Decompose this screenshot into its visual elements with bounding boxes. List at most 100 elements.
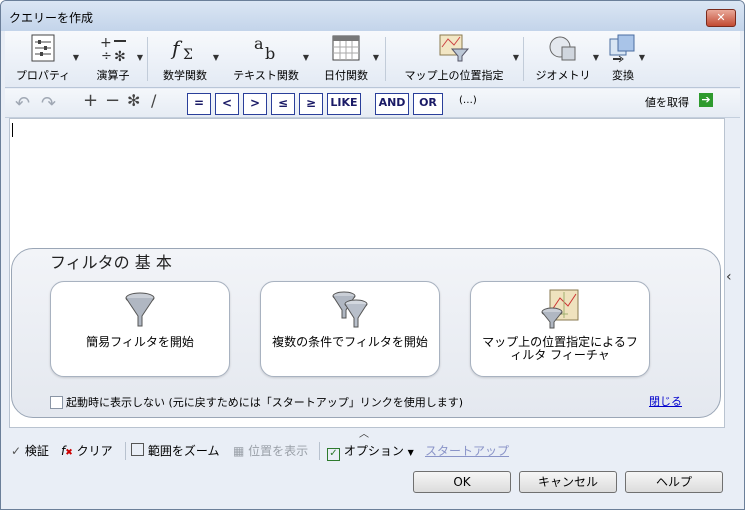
- zoom-extent-button[interactable]: 範囲をズーム: [131, 442, 219, 459]
- options-check-icon: ✓: [327, 448, 340, 461]
- validate-button[interactable]: ✓ 検証: [11, 442, 49, 459]
- ribbon-separator: [523, 37, 524, 81]
- get-values-label[interactable]: 値を取得: [645, 94, 689, 114]
- multiply-icon[interactable]: ✻: [127, 91, 140, 111]
- properties-icon: [31, 34, 55, 62]
- properties-button[interactable]: プロパティ ▼: [9, 31, 79, 87]
- chevron-down-icon: ▼: [512, 53, 519, 62]
- math-function-icon: f Σ: [170, 36, 193, 63]
- title-bar: クエリーを作成 ✕: [1, 1, 744, 31]
- map-filter-icon: [439, 34, 470, 62]
- divide-icon[interactable]: /: [151, 91, 156, 111]
- ribbon-separator: [147, 37, 148, 81]
- undo-icon[interactable]: ↶: [15, 93, 30, 114]
- validate-label: 検証: [24, 444, 49, 458]
- multiple-funnels-icon: [332, 291, 368, 328]
- equals-button[interactable]: =: [187, 93, 211, 115]
- svg-text:✻: ✻: [114, 49, 126, 63]
- filter-basics-panel: フィルタの 基 本 簡易フィルタを開始 複数の条件でフィルタを開始 マップ上の位…: [11, 248, 721, 418]
- calendar-icon: [332, 35, 360, 61]
- text-functions-label: テキスト関数: [233, 69, 299, 82]
- map-location-filter-label: マップ上の位置指定によるフィルタ フィーチャ: [482, 335, 638, 362]
- greater-equal-button[interactable]: ≥: [299, 93, 323, 115]
- options-button[interactable]: ✓ オプション ▼: [327, 442, 414, 461]
- less-than-button[interactable]: <: [215, 93, 239, 115]
- text-function-icon: a b: [254, 34, 275, 63]
- show-location-label: 位置を表示: [248, 444, 309, 458]
- panel-title: フィルタの 基 本: [50, 253, 172, 272]
- close-button[interactable]: ✕: [706, 9, 736, 27]
- map-funnel-icon: [541, 289, 579, 329]
- svg-text:Σ: Σ: [183, 47, 193, 63]
- or-button[interactable]: OR: [413, 93, 443, 115]
- cancel-button[interactable]: キャンセル: [519, 471, 617, 493]
- svg-text:b: b: [265, 44, 275, 63]
- chevron-down-icon: ▼: [302, 53, 309, 62]
- map-location-label: マップ上の位置指定: [404, 69, 504, 82]
- transform-label: 変換: [612, 69, 634, 82]
- less-equal-button[interactable]: ≤: [271, 93, 295, 115]
- show-location-button[interactable]: ▦ 位置を表示: [233, 442, 308, 459]
- svg-text:÷: ÷: [101, 49, 112, 63]
- options-label: オプション: [343, 444, 404, 458]
- parentheses-button[interactable]: (…): [459, 95, 477, 115]
- close-panel-link[interactable]: 閉じる: [649, 393, 682, 409]
- help-button[interactable]: ヘルプ: [625, 471, 723, 493]
- simple-filter-card[interactable]: 簡易フィルタを開始: [50, 281, 230, 377]
- dont-show-checkbox[interactable]: [50, 396, 63, 409]
- svg-text:f: f: [170, 36, 183, 60]
- multi-condition-label: 複数の条件でフィルタを開始: [272, 335, 428, 349]
- operators-button[interactable]: + ÷ ✻ 演算子 ▼: [85, 31, 144, 87]
- transform-button[interactable]: 変換 ▼: [603, 31, 645, 87]
- ribbon-separator: [385, 37, 386, 81]
- minus-icon[interactable]: −: [105, 90, 120, 111]
- operators-icon: + ÷ ✻: [100, 35, 126, 63]
- map-location-button[interactable]: マップ上の位置指定 ▼: [391, 31, 519, 87]
- ribbon-toolbar: プロパティ ▼ + ÷ ✻ 演算子 ▼ f Σ 数学関数 ▼ a b テキスト関…: [5, 31, 740, 88]
- dont-show-label: 起動時に表示しない (元に戻すためには「スタートアップ」リンクを使用します): [66, 396, 464, 409]
- bottom-toolbar: ✓ 検証 f✖ クリア 範囲をズーム ▦ 位置を表示 ✓ オプション ▼ スター…: [5, 438, 740, 464]
- math-functions-button[interactable]: f Σ 数学関数 ▼: [153, 31, 219, 87]
- like-button[interactable]: LIKE: [327, 93, 361, 115]
- text-functions-button[interactable]: a b テキスト関数 ▼: [225, 31, 309, 87]
- geometry-button[interactable]: ジオメトリ ▼: [529, 31, 599, 87]
- location-grid-icon: ▦: [233, 444, 245, 458]
- text-caret: [12, 123, 13, 137]
- redo-icon[interactable]: ↷: [41, 93, 56, 114]
- chevron-down-icon: ▼: [592, 53, 599, 62]
- toolbar-separator: [125, 442, 126, 460]
- multi-condition-card[interactable]: 複数の条件でフィルタを開始: [260, 281, 440, 377]
- geometry-icon: [549, 36, 576, 61]
- math-functions-label: 数学関数: [163, 69, 207, 82]
- arrow-right-icon[interactable]: ➔: [699, 93, 713, 107]
- chevron-down-icon: ▼: [638, 53, 645, 62]
- clear-function-icon: f✖: [61, 444, 73, 458]
- toolbar-separator: [319, 442, 320, 460]
- operators-label: 演算子: [96, 69, 130, 82]
- and-button[interactable]: AND: [375, 93, 409, 115]
- map-location-filter-card[interactable]: マップ上の位置指定によるフィルタ フィーチャ: [470, 281, 650, 377]
- chevron-down-icon: ▼: [72, 53, 79, 62]
- funnel-icon: [125, 292, 155, 327]
- startup-link[interactable]: スタートアップ: [425, 442, 509, 459]
- clear-label: クリア: [76, 444, 113, 458]
- checkmark-icon: ✓: [11, 444, 22, 458]
- greater-than-button[interactable]: >: [243, 93, 267, 115]
- query-builder-dialog: クエリーを作成 ✕ プロパティ ▼ + ÷ ✻ 演算子 ▼ f Σ 数学関数 ▼…: [0, 0, 745, 510]
- ok-button[interactable]: OK: [413, 471, 511, 493]
- chevron-down-icon: ▼: [136, 53, 143, 62]
- chevron-down-icon: ▼: [407, 448, 414, 457]
- transform-icon: [609, 34, 635, 63]
- plus-icon[interactable]: +: [83, 90, 98, 111]
- zoom-icon: [131, 443, 144, 456]
- collapse-panel-icon[interactable]: ‹: [726, 269, 732, 285]
- chevron-down-icon: ▼: [212, 53, 219, 62]
- svg-text:a: a: [254, 34, 264, 53]
- geometry-label: ジオメトリ: [535, 69, 591, 82]
- clear-button[interactable]: f✖ クリア: [61, 442, 113, 459]
- window-title: クエリーを作成: [9, 11, 94, 25]
- operator-bar: ↶ ↷ + − ✻ / = < > ≤ ≥ LIKE AND OR (…) 値を…: [5, 89, 740, 118]
- date-functions-label: 日付関数: [324, 69, 368, 82]
- date-functions-button[interactable]: 日付関数 ▼: [315, 31, 379, 87]
- properties-label: プロパティ: [15, 69, 71, 82]
